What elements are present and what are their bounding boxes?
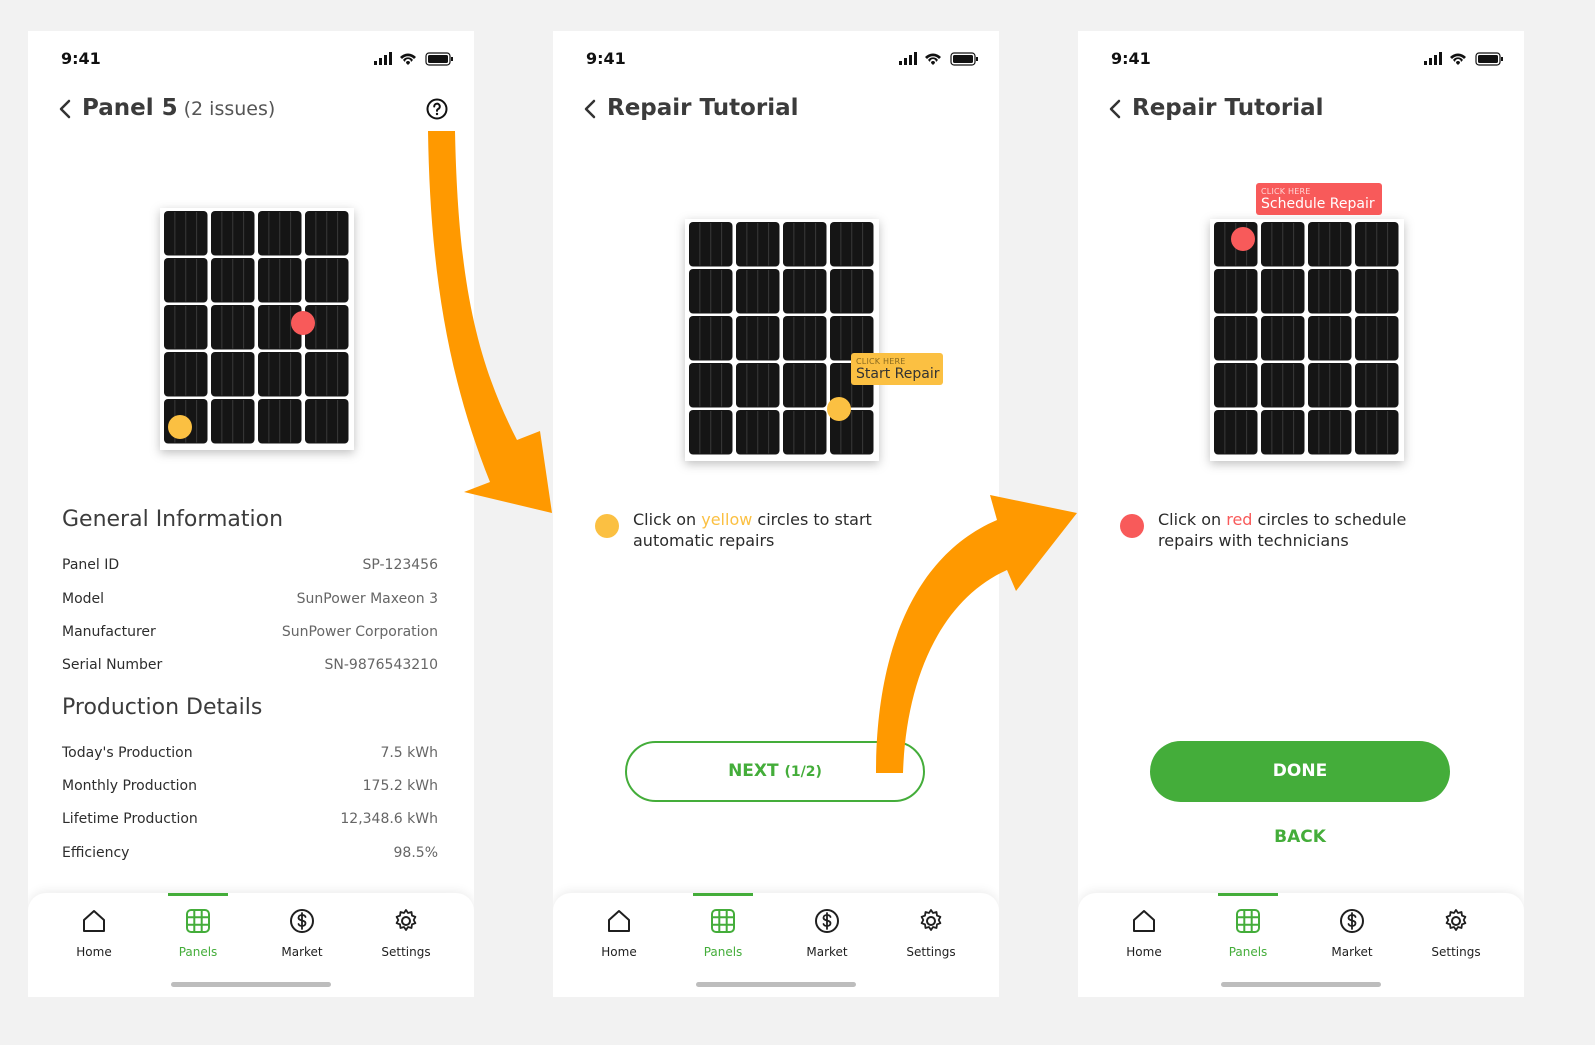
nav-label: Settings — [381, 945, 431, 959]
general-info-title: General Information — [62, 507, 284, 532]
home-indicator — [171, 982, 331, 987]
info-row-lifetime: Lifetime Production 12,348.6 kWh — [62, 811, 438, 827]
back-button[interactable]: BACK — [1150, 827, 1450, 847]
issues-count: (2 issues) — [183, 98, 276, 120]
panel-details-screen: 9:41 Panel 5 (2 issues) General Informati… — [28, 31, 474, 997]
nav-active-indicator — [797, 893, 857, 896]
solar-panel-image — [160, 208, 354, 450]
nav-item-settings[interactable]: Settings — [354, 893, 458, 983]
back-icon[interactable] — [579, 97, 603, 121]
status-icons — [1424, 51, 1504, 70]
bottom-nav: Home Panels Market Settings — [553, 893, 999, 997]
start-repair-tooltip[interactable]: CLICK HERE Start Repair — [851, 353, 943, 385]
nav-active-indicator — [1426, 893, 1486, 896]
status-time: 9:41 — [61, 49, 101, 68]
nav-item-home[interactable]: Home — [42, 893, 146, 983]
red-legend-dot — [1120, 514, 1144, 538]
nav-active-indicator — [589, 893, 649, 896]
yellow-issue-dot[interactable] — [827, 397, 851, 421]
repair-tutorial-step2-screen: 9:41 Repair Tutorial CLICK HERE Schedule… — [1078, 31, 1524, 997]
nav-item-panels[interactable]: Panels — [146, 893, 250, 983]
nav-active-indicator — [1114, 893, 1174, 896]
nav-label: Panels — [1228, 945, 1268, 959]
back-icon[interactable] — [1104, 97, 1128, 121]
nav-item-home[interactable]: Home — [1092, 893, 1196, 983]
page-title: Panel 5 (2 issues) — [82, 95, 276, 121]
nav-label: Market — [1331, 945, 1373, 959]
nav-label: Market — [806, 945, 848, 959]
production-details-title: Production Details — [62, 695, 263, 720]
nav-active-indicator — [1322, 893, 1382, 896]
nav-active-indicator — [64, 893, 124, 896]
nav-item-settings[interactable]: Settings — [1404, 893, 1508, 983]
nav-item-panels[interactable]: Panels — [671, 893, 775, 983]
legend-highlight: red — [1226, 510, 1253, 529]
info-row-monthly: Monthly Production 175.2 kWh — [62, 778, 438, 794]
nav-label: Panels — [178, 945, 218, 959]
solar-panel-image: CLICK HERE Start Repair — [685, 219, 943, 461]
info-row-today: Today's Production 7.5 kWh — [62, 745, 438, 761]
home-indicator — [1221, 982, 1381, 987]
nav-item-market[interactable]: Market — [775, 893, 879, 983]
info-row-manufacturer: Manufacturer SunPower Corporation — [62, 624, 438, 640]
solar-panel-image: CLICK HERE Schedule Repair — [1210, 183, 1404, 461]
nav-item-settings[interactable]: Settings — [879, 893, 983, 983]
red-issue-dot[interactable] — [1231, 227, 1255, 251]
nav-item-panels[interactable]: Panels — [1196, 893, 1300, 983]
nav-active-indicator — [693, 893, 753, 896]
info-row-serial: Serial Number SN-9876543210 — [62, 657, 438, 673]
nav-label: Home — [601, 945, 637, 959]
status-icons — [899, 51, 979, 70]
next-button[interactable]: NEXT (1/2) — [625, 741, 925, 802]
nav-label: Home — [76, 945, 112, 959]
legend-highlight: yellow — [701, 510, 753, 529]
status-icons — [374, 51, 454, 70]
screen-header: Repair Tutorial — [1104, 93, 1504, 129]
status-bar: 9:41 — [553, 31, 999, 91]
screen-header: Panel 5 (2 issues) — [54, 93, 454, 129]
schedule-repair-tooltip[interactable]: CLICK HERE Schedule Repair — [1256, 183, 1382, 215]
info-row-model: Model SunPower Maxeon 3 — [62, 591, 438, 607]
bottom-nav: Home Panels Market Settings — [1078, 893, 1524, 997]
nav-active-indicator — [376, 893, 436, 896]
status-time: 9:41 — [1111, 49, 1151, 68]
nav-active-indicator — [1218, 893, 1278, 896]
help-icon[interactable] — [425, 97, 449, 121]
red-issue-dot[interactable] — [291, 311, 315, 335]
nav-label: Settings — [906, 945, 956, 959]
nav-item-market[interactable]: Market — [1300, 893, 1404, 983]
nav-label: Panels — [703, 945, 743, 959]
nav-active-indicator — [168, 893, 228, 896]
home-indicator — [696, 982, 856, 987]
nav-active-indicator — [272, 893, 332, 896]
status-bar: 9:41 — [1078, 31, 1524, 91]
info-row-panel-id: Panel ID SP-123456 — [62, 557, 438, 573]
done-button[interactable]: DONE — [1150, 741, 1450, 802]
screen-header: Repair Tutorial — [579, 93, 979, 129]
nav-active-indicator — [901, 893, 961, 896]
nav-label: Market — [281, 945, 323, 959]
nav-label: Home — [1126, 945, 1162, 959]
status-bar: 9:41 — [28, 31, 474, 91]
nav-item-market[interactable]: Market — [250, 893, 354, 983]
red-legend: Click on red circles to schedule repairs… — [1120, 509, 1458, 551]
page-title: Repair Tutorial — [607, 95, 799, 121]
yellow-legend: Click on yellow circles to start automat… — [595, 509, 933, 551]
yellow-legend-dot — [595, 514, 619, 538]
back-icon[interactable] — [54, 97, 78, 121]
yellow-issue-dot[interactable] — [168, 415, 192, 439]
nav-item-home[interactable]: Home — [567, 893, 671, 983]
page-title: Repair Tutorial — [1132, 95, 1324, 121]
bottom-nav: Home Panels Market Settings — [28, 893, 474, 997]
info-row-efficiency: Efficiency 98.5% — [62, 845, 438, 861]
status-time: 9:41 — [586, 49, 626, 68]
nav-label: Settings — [1431, 945, 1481, 959]
repair-tutorial-step1-screen: 9:41 Repair Tutorial CLICK HERE Start Re… — [553, 31, 999, 997]
